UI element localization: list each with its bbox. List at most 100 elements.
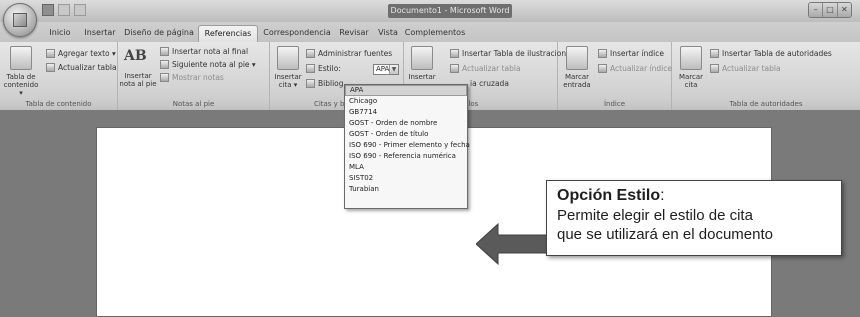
estilo-dropdown-list: APA Chicago GB7714 GOST - Orden de nombr… [344,84,470,209]
tab-inicio[interactable]: Inicio [42,25,78,42]
undo-icon[interactable] [58,4,70,16]
manage-sources-icon [306,49,315,58]
insert-index-icon [598,49,607,58]
group-label-notas: Notas al pie [118,98,269,110]
tab-vista[interactable]: Vista [374,25,402,42]
insertar-cita-label-2: cita ▾ [278,81,298,89]
maximize-button[interactable]: □ [822,3,837,17]
callout-line-2: que se utilizará en el documento [557,226,773,243]
marcar-cita-label-2: cita [684,81,698,89]
actualizar-indice-label: Actualizar índice [610,64,672,73]
table-of-authorities-icon [710,49,719,58]
administrar-fuentes-label: Administrar fuentes [318,49,393,58]
insertar-tabla-ilustraciones-button[interactable]: Insertar Tabla de ilustraciones [450,48,575,59]
tabla-contenido-button[interactable]: Tabla de contenido ▾ [3,46,39,97]
quick-access-toolbar [42,4,86,18]
tab-revisar[interactable]: Revisar [336,25,372,42]
insertar-nota-label-1: Insertar [124,72,152,80]
insert-caption-icon [411,46,433,70]
insertar-titulo-label: Insertar [408,73,436,81]
redo-icon[interactable] [74,4,86,16]
mostrar-notas-button[interactable]: Mostrar notas [160,72,224,83]
arrow-left-icon [476,222,548,266]
bibliografia-button[interactable]: Bibliog [306,78,344,89]
tabla-contenido-label-1: Tabla de [6,73,36,81]
style-option-sist02[interactable]: SIST02 [345,173,467,184]
insertar-nota-label-2: nota al pie [119,80,157,88]
actualizar-tabla-button[interactable]: Actualizar tabla [46,62,117,73]
group-notas-pie: AB Insertar nota al pie Insertar nota al… [118,42,270,110]
insertar-cita-label-1: Insertar [274,73,302,81]
group-indice: Marcar entrada Insertar índice Actualiza… [558,42,672,110]
style-option-chicago[interactable]: Chicago [345,96,467,107]
insertar-tabla-autoridades-button[interactable]: Insertar Tabla de autoridades [710,48,832,59]
mostrar-notas-label: Mostrar notas [172,73,224,82]
style-option-turabian[interactable]: Turabian [345,184,467,195]
bibliografia-label: Bibliog [318,79,344,88]
refresh-icon [710,64,719,73]
insertar-indice-button[interactable]: Insertar índice [598,48,664,59]
insertar-nota-pie-button[interactable]: Insertar nota al pie [118,72,158,88]
insert-citation-icon [277,46,299,70]
office-logo-icon [13,13,27,27]
administrar-fuentes-button[interactable]: Administrar fuentes [306,48,392,59]
ribbon-tabs: Inicio Insertar Diseño de página Referen… [0,22,860,42]
insertar-nota-final-button[interactable]: Insertar nota al final [160,46,248,57]
style-option-iso690-numerica[interactable]: ISO 690 - Referencia numérica [345,151,467,162]
marcar-entrada-label-2: entrada [563,81,591,89]
callout-colon: : [660,187,665,204]
mark-citation-icon [680,46,702,70]
window-title: Documento1 - Microsoft Word [388,4,512,18]
close-button[interactable]: ✕ [836,3,851,17]
insertar-cita-button[interactable]: Insertar cita ▾ [273,46,303,89]
title-bar: Documento1 - Microsoft Word – □ ✕ [0,0,860,22]
style-option-gb7714[interactable]: GB7714 [345,107,467,118]
actualizar-tabla-autoridades-button[interactable]: Actualizar tabla [710,63,781,74]
actualizar-tabla-ilustraciones-label: Actualizar tabla [462,64,521,73]
marcar-cita-button[interactable]: Marcar cita [676,46,706,89]
group-label-autoridades: Tabla de autoridades [672,98,860,110]
refresh-icon [450,64,459,73]
marcar-entrada-label-1: Marcar [564,73,590,81]
marcar-entrada-button[interactable]: Marcar entrada [562,46,592,89]
style-option-mla[interactable]: MLA [345,162,467,173]
referencia-cruzada-label: ia cruzada [470,79,509,88]
agregar-texto-button[interactable]: Agregar texto ▾ [46,48,116,59]
tab-correspondencia[interactable]: Correspondencia [260,25,334,42]
group-tabla-contenido: Tabla de contenido ▾ Agregar texto ▾ Act… [0,42,118,110]
tabla-contenido-label-2: contenido ▾ [3,81,39,97]
add-text-icon [46,49,55,58]
refresh-icon [598,64,607,73]
referencia-cruzada-button[interactable]: ia cruzada [466,78,509,89]
save-icon[interactable] [42,4,54,16]
tab-complementos[interactable]: Complementos [404,25,466,42]
bibliography-icon [306,79,315,88]
siguiente-nota-button[interactable]: Siguiente nota al pie ▾ [160,59,256,70]
style-option-gost-nombre[interactable]: GOST - Orden de nombre [345,118,467,129]
actualizar-indice-button[interactable]: Actualizar índice [598,63,672,74]
table-of-figures-icon [450,49,459,58]
mark-entry-icon [566,46,588,70]
chevron-down-icon[interactable]: ▼ [389,65,398,74]
endnote-icon [160,47,169,56]
actualizar-tabla-label: Actualizar tabla [58,63,117,72]
insertar-titulo-button[interactable]: Insertar [408,46,436,81]
group-label-contenido: Tabla de contenido [0,98,117,110]
next-footnote-icon [160,60,169,69]
tab-diseno-pagina[interactable]: Diseño de página [122,25,196,42]
tab-insertar[interactable]: Insertar [80,25,120,42]
style-option-apa[interactable]: APA [345,85,467,96]
table-of-contents-icon [10,46,32,70]
insertar-tabla-autoridades-label: Insertar Tabla de autoridades [722,49,832,58]
tab-referencias[interactable]: Referencias [198,25,258,42]
minimize-button[interactable]: – [809,3,823,17]
callout-line-1: Permite elegir el estilo de cita [557,207,753,224]
style-option-iso690-fecha[interactable]: ISO 690 - Primer elemento y fecha [345,140,470,151]
actualizar-tabla-autoridades-label: Actualizar tabla [722,64,781,73]
actualizar-tabla-ilustraciones-button[interactable]: Actualizar tabla [450,63,521,74]
insertar-indice-label: Insertar índice [610,49,664,58]
callout-box: Opción Estilo: Permite elegir el estilo … [546,180,842,256]
insertar-nota-final-label: Insertar nota al final [172,47,249,56]
style-option-gost-titulo[interactable]: GOST - Orden de título [345,129,467,140]
office-button[interactable] [3,3,37,37]
